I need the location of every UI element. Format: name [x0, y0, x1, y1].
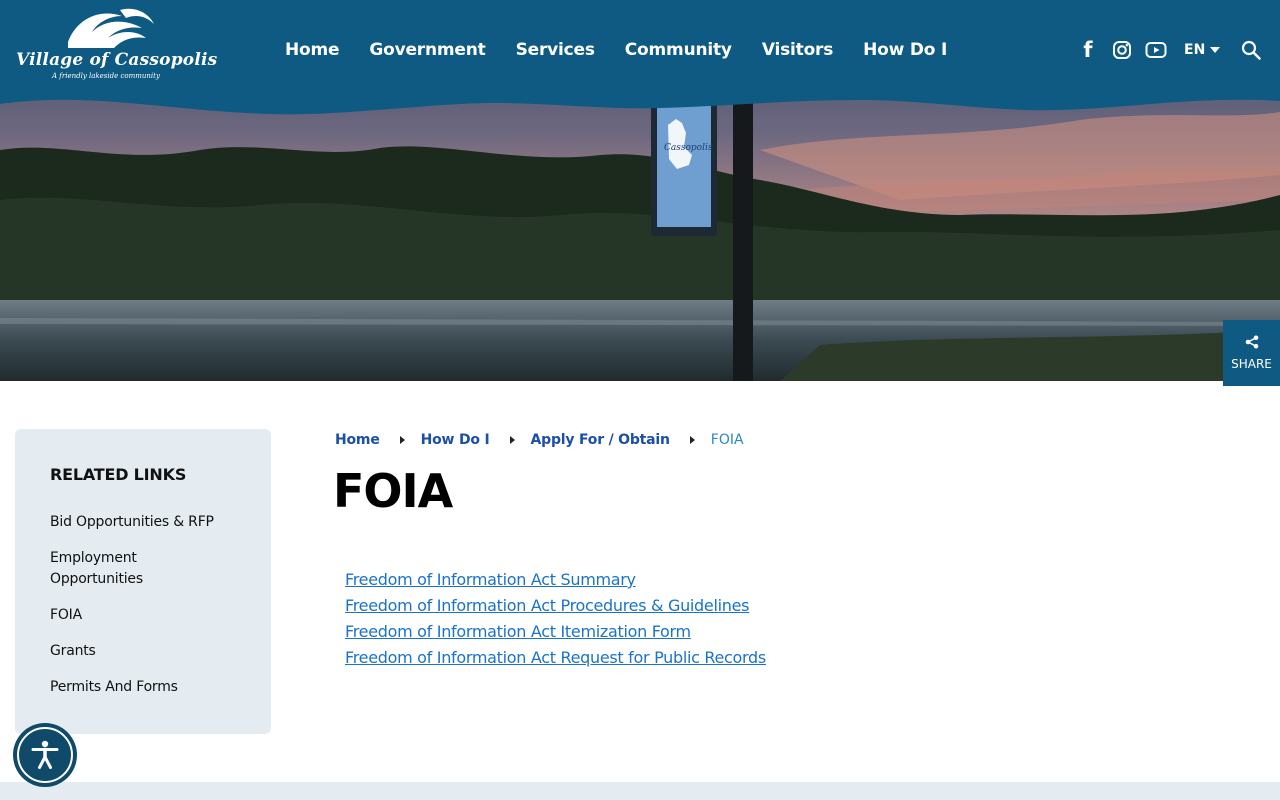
share-button[interactable]: SHARE [1223, 320, 1280, 386]
footer-strip [0, 782, 1280, 800]
link-foia-request-form[interactable]: Freedom of Information Act Request for P… [345, 645, 766, 671]
chevron-down-icon [1210, 47, 1221, 53]
logo-title: Village of Cassopolis [16, 50, 218, 70]
header-tools: f EN [1074, 36, 1262, 64]
chevron-right-icon [689, 436, 695, 444]
breadcrumb-apply-for-obtain[interactable]: Apply For / Obtain [531, 432, 670, 448]
sidebar-item-foia[interactable]: FOIA [50, 605, 230, 626]
chevron-right-icon [399, 436, 405, 444]
page-title: FOIA [333, 464, 453, 518]
related-links-title: RELATED LINKS [50, 465, 187, 484]
related-links-list: Bid Opportunities & RFP Employment Oppor… [50, 512, 271, 698]
chevron-right-icon [509, 436, 515, 444]
link-foia-itemization-form[interactable]: Freedom of Information Act Itemization F… [345, 619, 766, 645]
sidebar-item-permits[interactable]: Permits And Forms [50, 677, 230, 698]
sidebar-item-grants[interactable]: Grants [50, 641, 230, 662]
search-icon[interactable] [1240, 40, 1262, 60]
nav-how-do-i[interactable]: How Do I [848, 40, 962, 60]
logo-tagline: A friendly lakeside community [52, 72, 160, 80]
site-header: Village of Cassopolis A friendly lakesid… [0, 0, 1280, 122]
language-selector[interactable]: EN [1184, 42, 1221, 58]
accessibility-button[interactable] [13, 723, 77, 787]
nav-visitors[interactable]: Visitors [747, 40, 848, 60]
hero-sign-text: Cassopolis [664, 143, 713, 153]
sidebar-item-bid-opportunities[interactable]: Bid Opportunities & RFP [50, 512, 230, 533]
link-foia-procedures[interactable]: Freedom of Information Act Procedures & … [345, 593, 766, 619]
site-logo[interactable]: Village of Cassopolis A friendly lakesid… [14, 6, 217, 84]
instagram-icon[interactable] [1110, 40, 1134, 60]
nav-government[interactable]: Government [354, 40, 500, 60]
breadcrumb-home[interactable]: Home [335, 432, 380, 448]
accessibility-icon [17, 727, 73, 783]
breadcrumb-current: FOIA [710, 432, 744, 448]
foia-document-links: Freedom of Information Act Summary Freed… [345, 567, 766, 671]
breadcrumb-how-do-i[interactable]: How Do I [421, 432, 490, 448]
breadcrumb: Home How Do I Apply For / Obtain FOIA [335, 431, 744, 449]
logo-wave-icon [68, 8, 154, 48]
share-icon [1245, 335, 1258, 349]
language-label: EN [1184, 42, 1206, 58]
facebook-icon[interactable]: f [1076, 38, 1100, 62]
sidebar-item-employment[interactable]: Employment Opportunities [50, 548, 230, 590]
related-links-sidebar: RELATED LINKS Bid Opportunities & RFP Em… [15, 429, 271, 734]
link-foia-summary[interactable]: Freedom of Information Act Summary [345, 567, 766, 593]
nav-community[interactable]: Community [610, 40, 747, 60]
share-label: SHARE [1231, 357, 1272, 371]
nav-home[interactable]: Home [270, 40, 354, 60]
youtube-icon[interactable] [1144, 41, 1168, 59]
nav-services[interactable]: Services [501, 40, 610, 60]
main-navigation: Home Government Services Community Visit… [270, 36, 962, 64]
